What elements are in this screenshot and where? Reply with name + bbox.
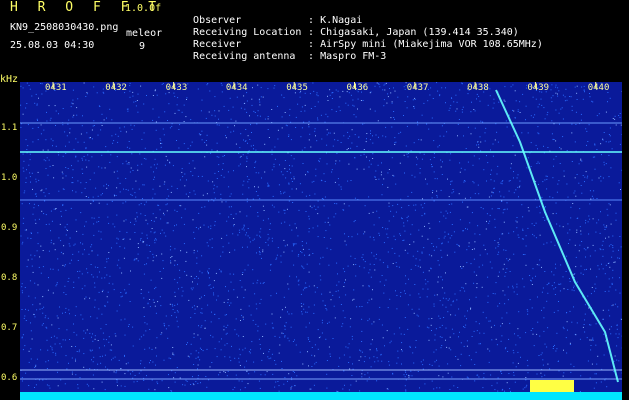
timestamp-label: 25.08.03 04:30 xyxy=(10,40,95,51)
x-tick-label: 0439 xyxy=(527,83,549,93)
spectrogram[interactable]: 0431 0432 0433 0434 0435 0436 0437 0438 0439 0440 xyxy=(20,82,622,392)
spectrogram-canvas: 0431 0432 0433 0434 0435 0436 0437 0438 0439 0440 xyxy=(20,82,622,392)
spectrogram-background xyxy=(20,82,622,392)
x-tick-label: 0437 xyxy=(407,83,429,93)
x-tick-label: 0440 xyxy=(588,83,610,93)
y-tick-label: 1.1 xyxy=(1,123,18,133)
y-tick-label: 0.6 xyxy=(1,373,18,383)
x-tick-label: 0438 xyxy=(467,83,489,93)
y-tick-label: 0.7 xyxy=(1,323,18,333)
x-tick-label: 0432 xyxy=(105,83,127,93)
signal-burst xyxy=(530,380,574,392)
y-axis-unit: kHz xyxy=(0,74,19,85)
x-tick-label: 0433 xyxy=(166,83,188,93)
x-tick-label: 0431 xyxy=(45,83,67,93)
signal-level-strip xyxy=(20,392,622,400)
y-tick-label: 0.9 xyxy=(1,223,18,233)
meta-value: : Maspro FM-3 xyxy=(308,51,387,62)
x-tick-label: 0435 xyxy=(286,83,308,93)
meta-antenna: Receiving antenna : Maspro FM-3 xyxy=(181,39,386,63)
meta-key: Receiving antenna xyxy=(193,51,296,62)
version-label: 1.0.0f xyxy=(125,3,162,14)
x-tick-label: 0436 xyxy=(347,83,369,93)
x-tick-label: 0434 xyxy=(226,83,248,93)
y-tick-label: 1.0 xyxy=(1,173,18,183)
filename-label: KN9_2508030430.png xyxy=(10,22,119,33)
meteor-count-value: 9 xyxy=(139,41,146,52)
y-tick-label: 0.8 xyxy=(1,273,18,283)
meteor-count-label: meleor xyxy=(126,28,163,39)
